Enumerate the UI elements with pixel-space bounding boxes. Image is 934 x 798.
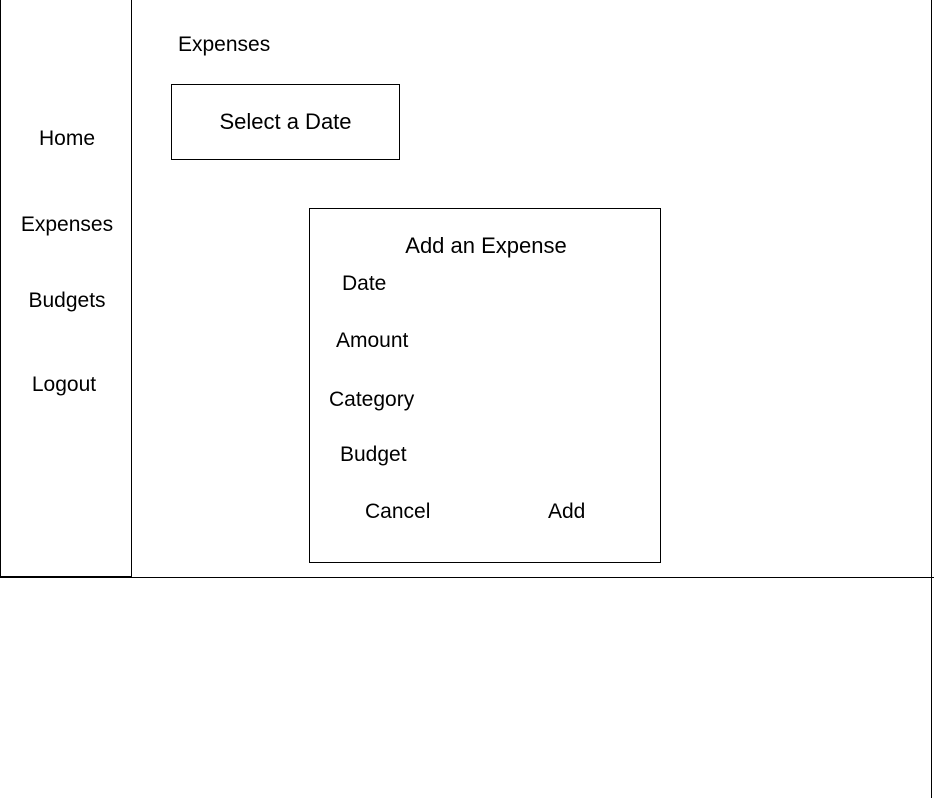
add-expense-dialog: Add an Expense Date Amount Category Budg… [309,208,661,563]
sidebar-item-expenses[interactable]: Expenses [1,213,133,237]
page-title: Expenses [178,33,271,56]
dialog-title: Add an Expense [405,233,567,258]
bottom-divider [0,577,934,578]
sidebar-item-logout[interactable]: Logout [0,373,130,397]
budget-field[interactable]: Budget [340,443,407,467]
add-button[interactable]: Add [548,500,585,524]
select-date-button-label: Select a Date [219,109,352,134]
category-field[interactable]: Category [329,388,414,412]
date-field[interactable]: Date [342,272,386,296]
sidebar-item-home[interactable]: Home [1,127,133,151]
amount-field[interactable]: Amount [336,329,408,353]
cancel-button[interactable]: Cancel [365,500,430,524]
sidebar: Home Expenses Budgets Logout [0,0,132,577]
sidebar-item-budgets[interactable]: Budgets [1,289,133,313]
select-date-button[interactable]: Select a Date [171,84,400,160]
